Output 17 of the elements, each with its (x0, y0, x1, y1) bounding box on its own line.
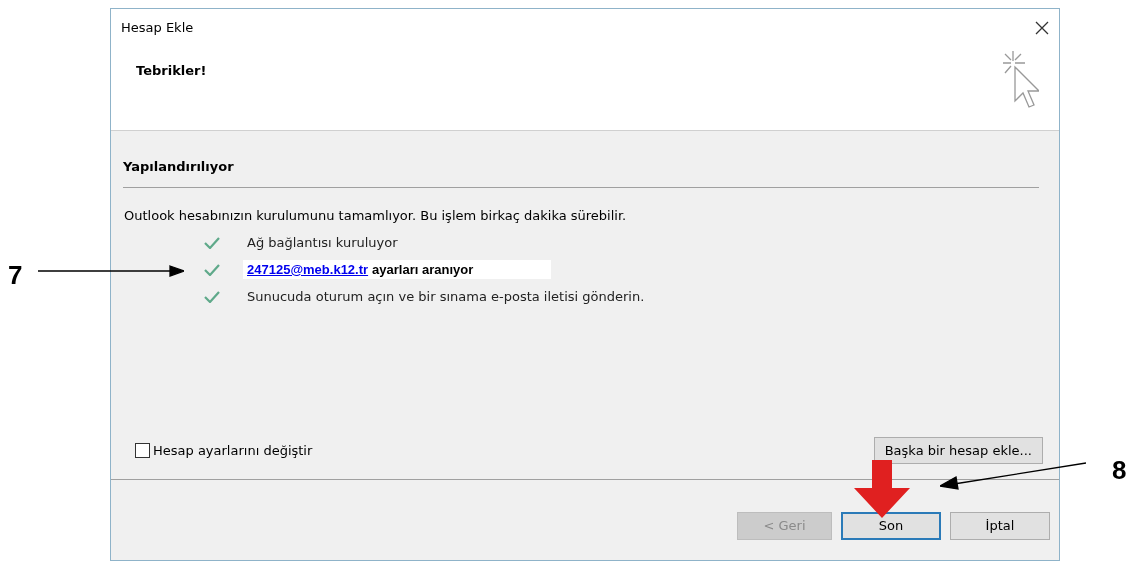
step-text: Sunucuda oturum açın ve bir sınama e-posta iletisi gönderin. (247, 287, 645, 306)
step-text: ayarları aranıyor (372, 260, 474, 279)
email-link[interactable]: 247125@meb.k12.tr (247, 259, 369, 280)
dialog-button[interactable]: İptal (950, 512, 1050, 540)
step-text: Ağ bağlantısı kuruluyor (247, 233, 398, 252)
checkbox-label: Hesap ayarlarını değiştir (153, 441, 313, 460)
intro-text: Outlook hesabınızın kurulumunu tamamlıyor. Bu işlem birkaç dakika sürebilir. (124, 206, 628, 225)
annotation-number: 8 (1112, 454, 1127, 487)
annotation-number: 7 (8, 259, 23, 292)
dialog-button[interactable]: Son (841, 512, 941, 540)
pointer-down-arrow (852, 460, 912, 518)
close-icon[interactable] (1035, 21, 1049, 35)
section-title: Yapılandırılıyor (123, 158, 235, 176)
add-account-button[interactable]: Başka bir hesap ekle... (873, 437, 1043, 464)
checkbox[interactable] (135, 443, 150, 458)
header-title: Tebrikler! (136, 62, 207, 79)
window-title: Hesap Ekle (121, 19, 194, 38)
